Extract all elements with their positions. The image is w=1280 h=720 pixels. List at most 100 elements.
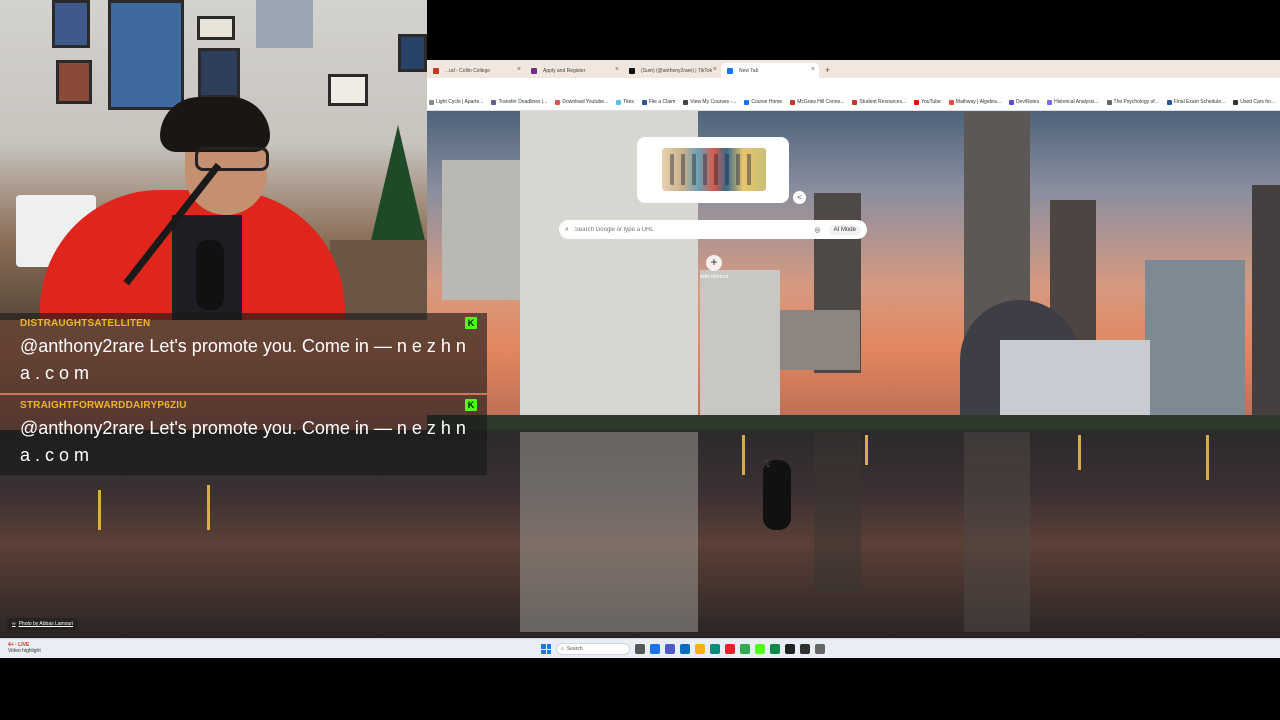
bookmark-item[interactable]: Used Cars for... bbox=[1233, 99, 1275, 105]
chat-overlay: DISTRAUGHTSATELLITEN K @anthony2rare Let… bbox=[0, 313, 487, 475]
search-box[interactable]: ⌕ 🎙 ◎ AI Mode bbox=[559, 220, 867, 530]
taskbar-chrome-icon[interactable] bbox=[650, 644, 660, 654]
add-shortcut-button[interactable]: + Add shortcut bbox=[697, 255, 731, 280]
bookmark-favicon-icon bbox=[555, 99, 561, 105]
bookmark-label: Final Exam Schedule... bbox=[1173, 99, 1226, 105]
new-tab-icon[interactable]: + bbox=[825, 65, 830, 75]
bookmark-item[interactable]: YouTube bbox=[914, 99, 941, 105]
bookmark-label: Transfer Deadlines |... bbox=[498, 99, 548, 105]
bookmark-item[interactable]: Light Cycle | Aparte... bbox=[429, 99, 483, 105]
bookmark-favicon-icon bbox=[852, 99, 858, 105]
bookmark-favicon-icon bbox=[429, 99, 434, 105]
close-icon[interactable]: × bbox=[713, 66, 717, 73]
widget-line2: Video highlight bbox=[8, 648, 41, 654]
taskbar-obs-icon[interactable] bbox=[800, 644, 810, 654]
taskbar-terminal-icon[interactable] bbox=[785, 644, 795, 654]
browser-tabstrip: ...ud - Collin College × Apply and Regis… bbox=[427, 60, 1280, 78]
taskbar-search[interactable]: ⌕ Search bbox=[556, 643, 630, 655]
share-icon[interactable]: < bbox=[793, 191, 806, 204]
taskbar-settings-icon[interactable] bbox=[815, 644, 825, 654]
bookmark-favicon-icon bbox=[1009, 99, 1014, 105]
bookmark-favicon-icon bbox=[491, 99, 497, 105]
window-curtain bbox=[256, 0, 313, 48]
webcam-feed bbox=[0, 0, 427, 320]
wall-poster bbox=[197, 16, 235, 40]
bookmark-label: Student Resources... bbox=[859, 99, 907, 105]
search-input[interactable] bbox=[574, 226, 807, 233]
stream-frame: ...ud - Collin College × Apply and Regis… bbox=[0, 0, 1280, 720]
taskbar-center: ⌕ Search bbox=[541, 642, 825, 656]
bookmark-favicon-icon bbox=[948, 99, 954, 105]
browser-tab[interactable]: ...ud - Collin College × bbox=[427, 63, 525, 78]
bookmark-favicon-icon bbox=[641, 99, 647, 105]
tab-label: New Tab bbox=[739, 67, 759, 74]
browser-toolbar bbox=[427, 78, 1280, 94]
bookmark-favicon-icon bbox=[1166, 99, 1172, 105]
google-doodle[interactable] bbox=[637, 137, 789, 203]
taskbar-opera-icon[interactable] bbox=[725, 644, 735, 654]
close-icon[interactable]: × bbox=[615, 66, 619, 73]
bookmark-label: Course Home bbox=[751, 99, 783, 105]
taskbar-files-icon[interactable] bbox=[695, 644, 705, 654]
bookmark-label: McGraw Hill Conne... bbox=[797, 99, 845, 105]
chat-message: STRAIGHTFORWARDDAIRYP6ZIU K @anthony2rar… bbox=[0, 395, 487, 475]
bookmark-item[interactable]: Student Resources... bbox=[852, 99, 906, 105]
bookmark-item[interactable]: Download Youtube... bbox=[555, 99, 608, 105]
bookmark-item[interactable]: DeviNotes bbox=[1009, 99, 1039, 105]
wallpaper-building bbox=[1145, 260, 1245, 420]
wallpaper-building bbox=[1252, 185, 1280, 415]
bookmark-label: Light Cycle | Aparte... bbox=[436, 99, 484, 105]
photo-credit-link[interactable]: ∞ Photo by Abbas Lamouri bbox=[7, 618, 79, 630]
wallpaper-light-reflection bbox=[98, 490, 101, 530]
bookmark-item[interactable]: Historical Analysis... bbox=[1047, 99, 1099, 105]
browser-tab[interactable]: Apply and Register × bbox=[525, 63, 623, 78]
bookmark-item[interactable]: View My Courses -... bbox=[683, 99, 736, 105]
taskbar-kick-icon[interactable] bbox=[755, 644, 765, 654]
bookmark-item[interactable]: McGraw Hill Conne... bbox=[790, 99, 844, 105]
taskbar-teams-icon[interactable] bbox=[665, 644, 675, 654]
wallpaper-light-reflection bbox=[1206, 435, 1209, 480]
browser-tab[interactable]: (Sum) (@anthony2rare) | TikTok × bbox=[623, 63, 721, 78]
taskbar-app-green-icon[interactable] bbox=[770, 644, 780, 654]
taskbar-edge-icon[interactable] bbox=[710, 644, 720, 654]
ai-mode-button[interactable]: AI Mode bbox=[828, 224, 861, 235]
wall-poster bbox=[398, 34, 427, 72]
kick-badge-icon: K bbox=[465, 399, 477, 411]
bookmark-favicon-icon bbox=[1106, 99, 1112, 105]
tab-label: Apply and Register bbox=[543, 67, 586, 74]
bookmark-label: Tites bbox=[623, 99, 634, 105]
bookmark-favicon-icon bbox=[790, 99, 796, 105]
windows-start-icon[interactable] bbox=[541, 644, 551, 654]
tab-favicon-icon bbox=[433, 68, 439, 74]
chat-text: @anthony2rare Let's promote you. Come in… bbox=[20, 418, 466, 465]
bookmark-favicon-icon bbox=[683, 99, 689, 105]
bookmark-item[interactable]: Course Home bbox=[744, 99, 782, 105]
search-icon: ⌕ bbox=[565, 225, 569, 233]
bookmark-item[interactable]: Final Exam Schedule... bbox=[1166, 99, 1226, 105]
close-icon[interactable]: × bbox=[517, 66, 521, 73]
bookmark-item[interactable]: Transfer Deadlines |... bbox=[491, 99, 547, 105]
bookmark-item[interactable]: Tites bbox=[616, 99, 634, 105]
streamer-glasses bbox=[195, 147, 269, 171]
microphone-icon[interactable]: 🎙 bbox=[763, 460, 791, 530]
wall-poster bbox=[328, 74, 368, 106]
taskbar-task-view-icon[interactable] bbox=[635, 644, 645, 654]
kick-badge-icon: K bbox=[465, 317, 477, 329]
bookmark-item[interactable]: The Psychology of... bbox=[1106, 99, 1159, 105]
taskbar-chrome-2-icon[interactable] bbox=[740, 644, 750, 654]
bookmark-label: File a Claim bbox=[648, 99, 676, 105]
bookmark-label: Used Cars for... bbox=[1240, 99, 1276, 105]
link-icon: ∞ bbox=[12, 621, 16, 627]
tab-label: ...ud - Collin College bbox=[445, 67, 491, 74]
taskbar-mail-icon[interactable] bbox=[680, 644, 690, 654]
camera-icon[interactable]: ◎ bbox=[815, 226, 821, 234]
close-icon[interactable]: × bbox=[811, 66, 815, 73]
bookmark-item[interactable]: File a Claim bbox=[641, 99, 676, 105]
taskbar-search-label: Search bbox=[566, 646, 583, 652]
browser-tab-active[interactable]: New Tab × bbox=[721, 63, 819, 78]
bookmark-item[interactable]: Mathway | Algebra... bbox=[948, 99, 1001, 105]
tab-favicon-icon bbox=[629, 68, 635, 74]
wallpaper-light-reflection bbox=[207, 485, 210, 530]
bookmark-label: Mathway | Algebra... bbox=[955, 99, 1001, 105]
taskbar-widget[interactable]: 4+ · LIVE Video highlight bbox=[8, 642, 41, 654]
